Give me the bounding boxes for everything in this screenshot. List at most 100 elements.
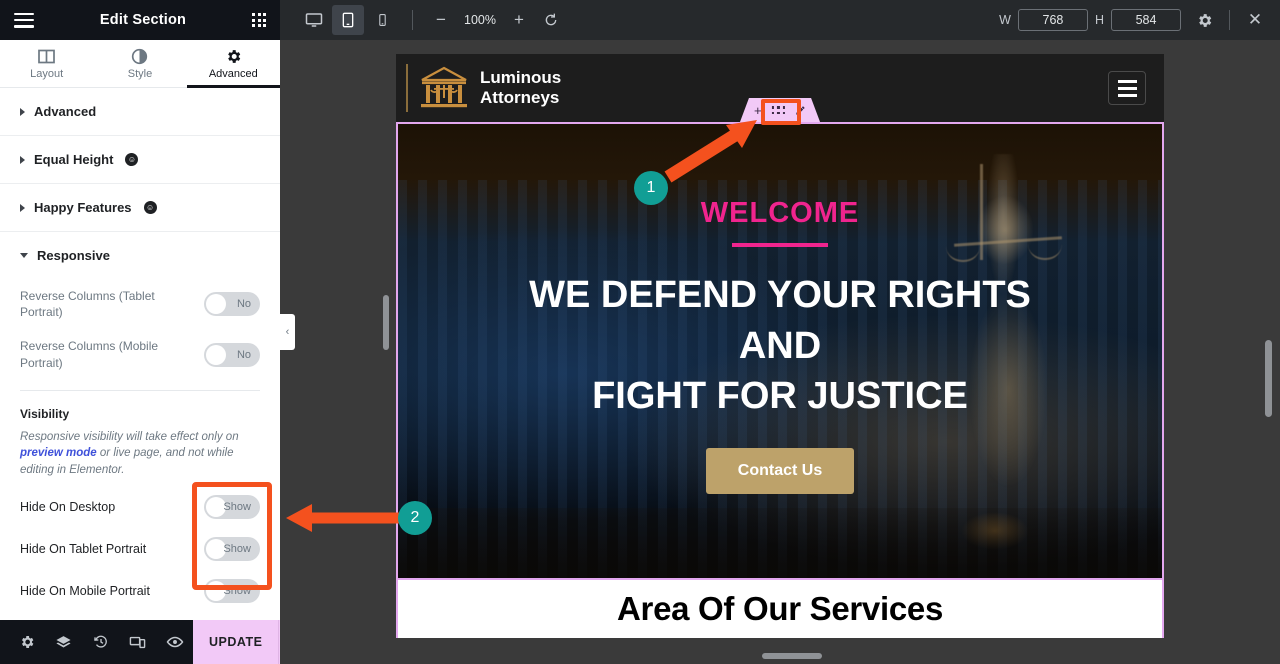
tab-style[interactable]: Style <box>93 40 186 87</box>
preview-mode-link[interactable]: preview mode <box>20 447 97 459</box>
control-label: Hide On Mobile Portrait <box>20 583 150 598</box>
section-equal-height-label: Equal Height <box>34 152 114 167</box>
annotation-box-drag-handle <box>761 99 801 125</box>
courthouse-scales-icon <box>421 66 467 108</box>
width-input[interactable] <box>1017 9 1088 31</box>
grid-apps-icon[interactable] <box>252 13 266 27</box>
height-input[interactable] <box>1111 9 1181 31</box>
tab-advanced[interactable]: Advanced <box>186 40 281 88</box>
device-mobile-button[interactable] <box>366 5 398 35</box>
zoom-in-button[interactable]: + <box>505 6 533 34</box>
visibility-helper-text: Responsive visibility will take effect o… <box>0 421 280 483</box>
height-label: H <box>1094 13 1104 27</box>
toggle-value: No <box>236 298 251 311</box>
contact-us-button[interactable]: Contact Us <box>705 447 855 494</box>
chevron-right-icon <box>20 107 25 116</box>
canvas-vertical-scrollbar[interactable] <box>1265 340 1272 417</box>
annotation-box-visibility-toggles <box>192 482 272 590</box>
site-logo[interactable]: Luminous Attorneys <box>406 64 561 112</box>
section-happy-features[interactable]: Happy Features ☺ <box>0 184 280 232</box>
device-mode-group <box>298 5 398 35</box>
section-happy-features-label: Happy Features <box>34 200 132 215</box>
close-icon[interactable]: ✕ <box>1242 7 1268 33</box>
zoom-out-button[interactable]: − <box>427 6 455 34</box>
zoom-level-value: 100% <box>464 13 496 27</box>
history-clock-icon[interactable] <box>82 620 119 664</box>
layers-icon[interactable] <box>45 620 82 664</box>
annotation-badge-2: 2 <box>398 501 432 535</box>
panel-footer: UPDATE <box>0 620 294 664</box>
canvas-area: Luminous Attorneys + WELCOME WE DEFEND Y… <box>280 40 1280 664</box>
hamburger-icon[interactable] <box>14 12 34 28</box>
device-desktop-button[interactable] <box>298 5 330 35</box>
device-tablet-button[interactable] <box>332 5 364 35</box>
tab-layout[interactable]: Layout <box>0 40 93 87</box>
control-label: Hide On Desktop <box>20 499 116 514</box>
hero-eyebrow: WELCOME <box>700 197 860 229</box>
toggle-value: No <box>236 348 251 361</box>
headline-line-1: WE DEFEND YOUR RIGHTS <box>529 274 1031 316</box>
hero-headline: WE DEFEND YOUR RIGHTS AND FIGHT FOR JUST… <box>398 270 1162 422</box>
reverse-columns-tablet-toggle[interactable]: No <box>204 292 260 317</box>
reverse-columns-mobile-toggle[interactable]: No <box>204 342 260 367</box>
logo-line-2: Attorneys <box>480 88 560 107</box>
helper-text-pre: Responsive visibility will take effect o… <box>20 430 239 443</box>
services-section: Area Of Our Services <box>396 580 1164 638</box>
happy-addons-badge-icon: ☺ <box>143 201 157 214</box>
gavel-image <box>947 504 1067 564</box>
control-reverse-columns-mobile: Reverse Columns (Mobile Portrait) No <box>0 329 280 379</box>
label-wrap: Hide On Mobile Portrait <box>20 582 150 600</box>
hero-eyebrow-underline <box>732 243 828 247</box>
control-label: Reverse Columns (Tablet Portrait) <box>20 289 155 320</box>
zoom-controls: − 100% + <box>427 6 565 34</box>
panel-header: Edit Section <box>0 0 280 40</box>
hero-section[interactable]: WELCOME WE DEFEND YOUR RIGHTS AND FIGHT … <box>396 122 1164 580</box>
headline-line-3: FIGHT FOR JUSTICE <box>592 375 968 418</box>
hamburger-menu-icon[interactable] <box>1108 71 1146 105</box>
update-button[interactable]: UPDATE <box>193 620 279 664</box>
preview-inner-scrollbar[interactable] <box>383 295 389 350</box>
layout-columns-icon <box>38 49 56 63</box>
panel-collapse-handle[interactable]: ‹ <box>280 314 295 350</box>
elementor-editor-screen: Edit Section Layout Style Advanced Advan… <box>0 0 1280 664</box>
footer-icon-group <box>0 620 193 664</box>
section-responsive-label: Responsive <box>37 248 110 263</box>
tab-layout-label: Layout <box>30 67 64 80</box>
label-wrap: Hide On Desktop <box>20 498 115 516</box>
gear-icon <box>228 49 241 63</box>
toolbar-divider <box>412 10 413 30</box>
chevron-right-icon <box>20 203 25 212</box>
control-label: Reverse Columns (Mobile Portrait) <box>20 339 159 370</box>
width-label: W <box>999 13 1011 27</box>
chevron-right-icon <box>20 155 25 164</box>
tab-advanced-label: Advanced <box>208 67 258 80</box>
toggle-knob <box>206 344 226 365</box>
canvas-horizontal-scrollbar[interactable] <box>762 653 822 659</box>
toolbar-divider <box>1229 10 1230 30</box>
gear-icon[interactable] <box>1191 7 1217 33</box>
tab-style-label: Style <box>127 67 153 80</box>
services-heading: Area Of Our Services <box>617 590 943 627</box>
headline-line-2: AND <box>738 324 822 367</box>
eye-preview-icon[interactable] <box>156 620 193 664</box>
section-equal-height[interactable]: Equal Height ☺ <box>0 136 280 184</box>
responsive-devices-icon[interactable] <box>119 620 156 664</box>
editor-topbar: − 100% + W H ✕ <box>280 0 1280 40</box>
contrast-half-circle-icon <box>132 48 148 64</box>
section-advanced-label: Advanced <box>34 104 97 119</box>
label-wrap: Hide On Tablet Portrait <box>20 540 146 558</box>
visibility-group-title: Visibility <box>20 406 70 421</box>
site-preview: Luminous Attorneys + WELCOME WE DEFEND Y… <box>396 54 1164 638</box>
section-responsive[interactable]: Responsive <box>0 232 280 279</box>
control-label: Hide On Tablet Portrait <box>20 541 147 556</box>
panel-title: Edit Section <box>99 12 187 28</box>
section-advanced[interactable]: Advanced <box>0 88 280 136</box>
chevron-down-icon <box>20 253 28 258</box>
panel-tabs: Layout Style Advanced <box>0 40 281 88</box>
logo-line-1: Luminous <box>480 68 562 88</box>
gear-icon[interactable] <box>8 620 45 664</box>
annotation-badge-1: 1 <box>634 171 668 205</box>
logo-text: Luminous Attorneys <box>480 68 561 107</box>
canvas-size-group: W H <box>999 9 1181 31</box>
zoom-reset-icon[interactable] <box>537 6 565 34</box>
